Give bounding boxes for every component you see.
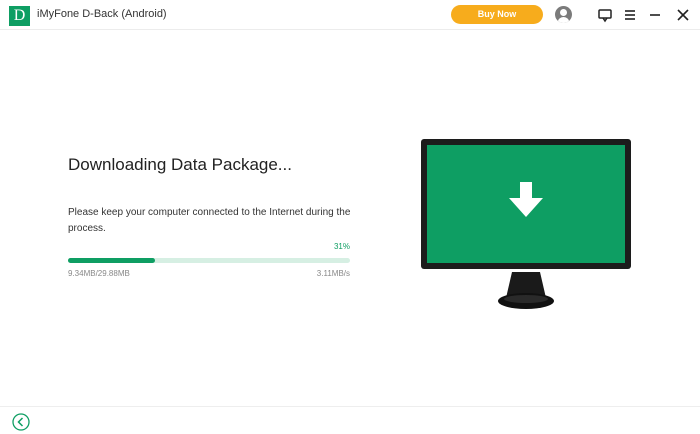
monitor-download-illustration <box>421 139 631 309</box>
app-logo: D <box>9 6 30 26</box>
feedback-icon[interactable] <box>596 6 614 24</box>
description-text: Please keep your computer connected to t… <box>68 207 351 234</box>
footer-divider <box>0 406 700 407</box>
buy-now-button[interactable]: Buy Now <box>451 5 543 24</box>
close-icon[interactable] <box>674 6 692 24</box>
title-bar: D iMyFone D-Back (Android) Buy Now <box>0 0 700 30</box>
app-title: iMyFone D-Back (Android) <box>37 8 167 20</box>
progress-bar <box>68 258 350 263</box>
back-icon[interactable] <box>12 413 30 431</box>
progress-fill <box>68 258 156 263</box>
menu-icon[interactable] <box>621 6 639 24</box>
download-size: 9.34MB/29.88MB <box>68 269 130 278</box>
page-title: Downloading Data Package... <box>68 155 292 174</box>
account-icon[interactable] <box>555 6 572 23</box>
progress-percent: 31% <box>333 242 350 251</box>
download-speed: 3.11MB/s <box>316 269 350 278</box>
minimize-icon[interactable] <box>646 6 664 24</box>
